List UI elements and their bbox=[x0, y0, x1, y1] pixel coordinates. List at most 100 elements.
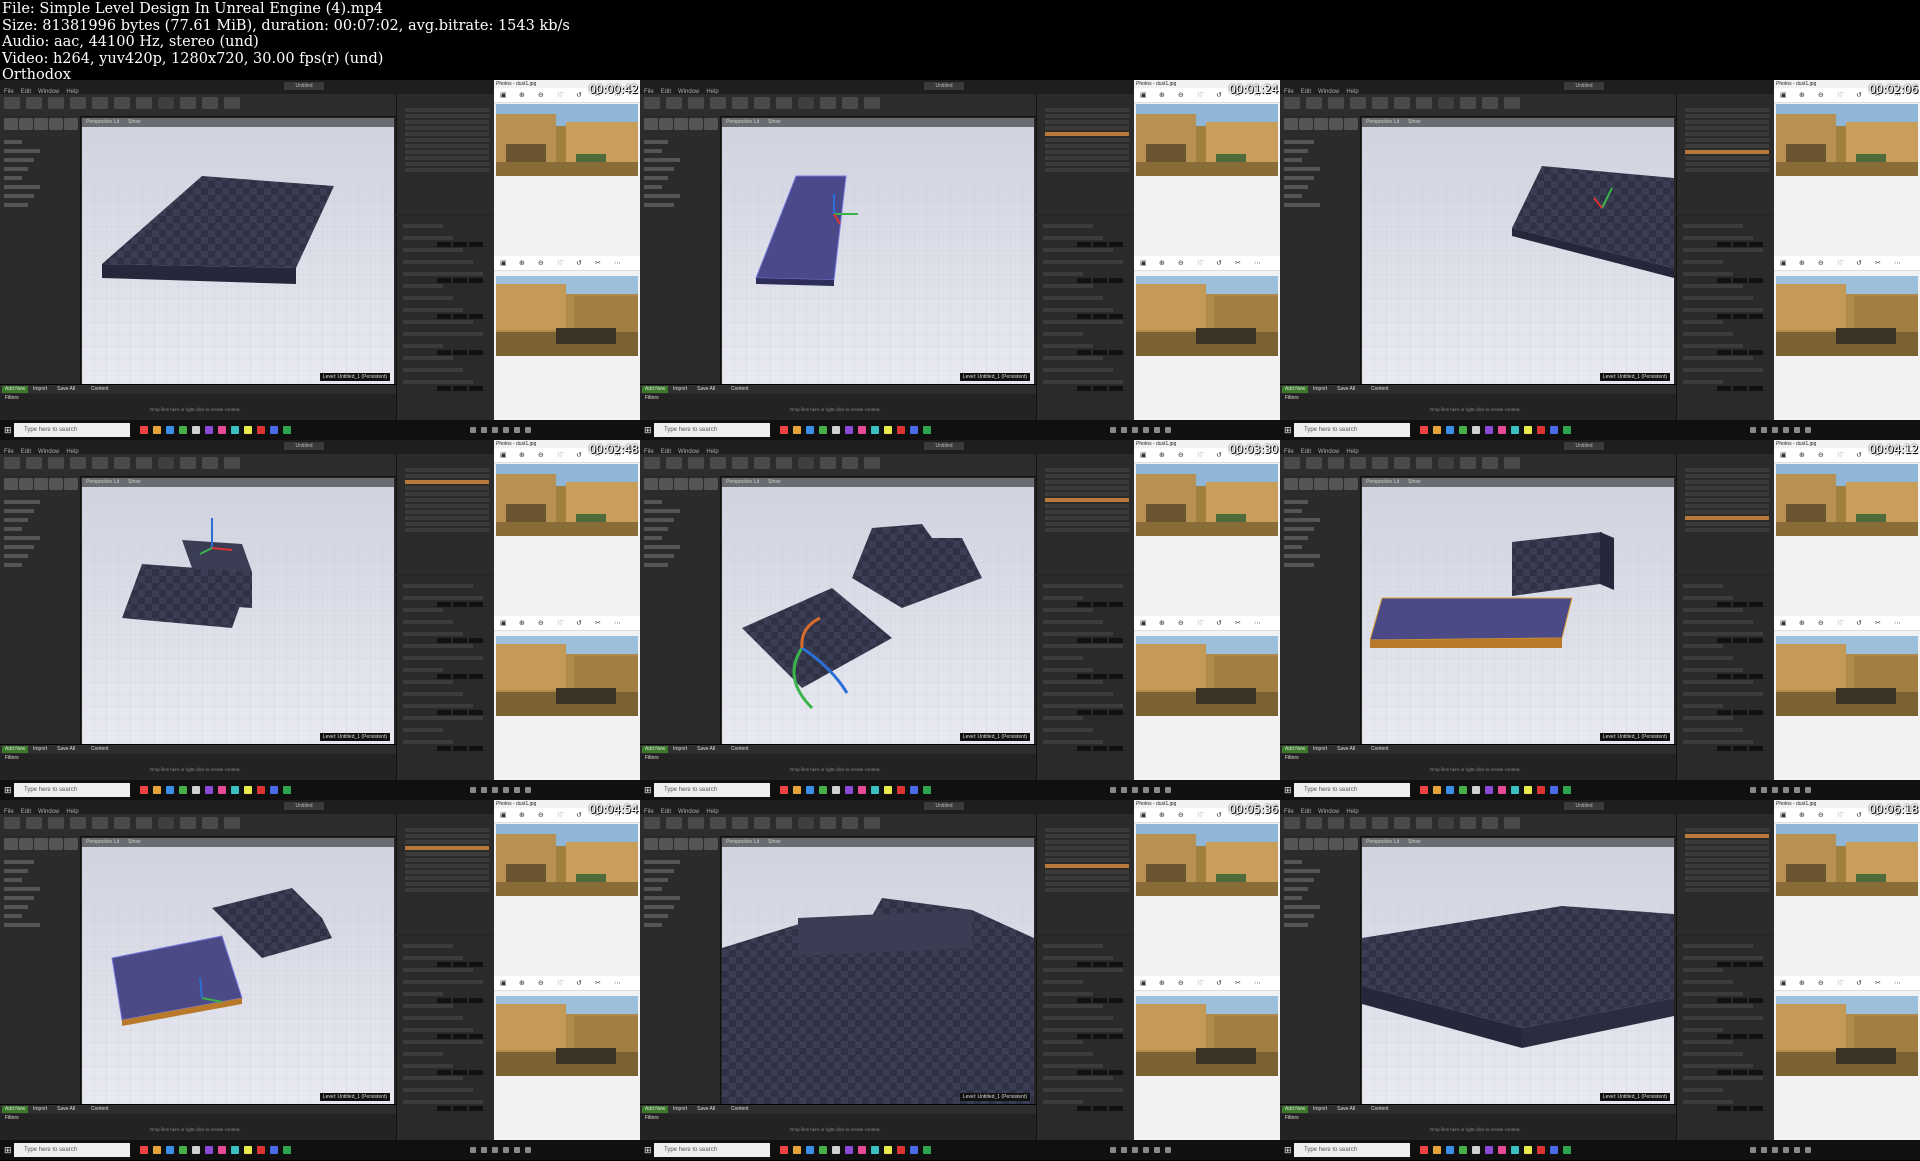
details-number-field[interactable] bbox=[1093, 962, 1107, 967]
taskbar-app-icon[interactable] bbox=[257, 1146, 265, 1154]
save-all-button[interactable]: Save All bbox=[54, 746, 78, 753]
more-icon[interactable]: ⋯ bbox=[1894, 259, 1901, 267]
taskbar-app-icon[interactable] bbox=[858, 1146, 866, 1154]
rotate-icon[interactable]: ↺ bbox=[1856, 619, 1862, 627]
level-viewport[interactable]: Perspective Lit Show Level: Untitled_1 (Per… bbox=[1362, 478, 1674, 744]
import-button[interactable]: Import bbox=[1310, 746, 1330, 753]
details-number-field[interactable] bbox=[1717, 638, 1731, 643]
mode-list-item[interactable] bbox=[644, 860, 680, 864]
viewport-lit-button[interactable]: Lit bbox=[1394, 479, 1399, 485]
details-number-field[interactable] bbox=[1109, 962, 1123, 967]
level-tab[interactable]: Untitled bbox=[284, 802, 324, 810]
zoom-in-icon[interactable]: ⊕ bbox=[1159, 619, 1165, 627]
taskbar-app-icon[interactable] bbox=[257, 426, 265, 434]
details-number-field[interactable] bbox=[1109, 674, 1123, 679]
viewport-show-button[interactable]: Show bbox=[768, 479, 781, 485]
taskbar-app-icon[interactable] bbox=[283, 426, 291, 434]
outliner-row[interactable] bbox=[1045, 864, 1129, 868]
level-tab[interactable]: Untitled bbox=[1564, 442, 1604, 450]
mode-tab-icon[interactable] bbox=[644, 118, 658, 130]
viewport-scene[interactable] bbox=[722, 838, 1034, 1104]
photo-icon[interactable]: ▣ bbox=[1780, 91, 1787, 99]
taskbar-app-icon[interactable] bbox=[1511, 786, 1519, 794]
details-number-field[interactable] bbox=[1733, 674, 1747, 679]
mode-tab-icon[interactable] bbox=[689, 118, 703, 130]
details-number-field[interactable] bbox=[1093, 674, 1107, 679]
mode-list-item[interactable] bbox=[4, 518, 28, 522]
viewport-scene[interactable] bbox=[1362, 478, 1674, 744]
mode-tab-icon[interactable] bbox=[49, 838, 63, 850]
details-number-field[interactable] bbox=[1077, 242, 1091, 247]
mode-list-item[interactable] bbox=[1284, 554, 1320, 558]
taskbar-app-icon[interactable] bbox=[910, 426, 918, 434]
taskbar-app-icon[interactable] bbox=[1537, 786, 1545, 794]
taskbar-app-icon[interactable] bbox=[1563, 426, 1571, 434]
mode-list-item[interactable] bbox=[4, 923, 40, 927]
rotate-icon[interactable]: ↺ bbox=[1216, 619, 1222, 627]
system-tray-icon[interactable] bbox=[1783, 1147, 1789, 1153]
details-number-field[interactable] bbox=[1733, 1070, 1747, 1075]
details-number-field[interactable] bbox=[1093, 746, 1107, 751]
taskbar-app-icon[interactable] bbox=[910, 1146, 918, 1154]
save-all-button[interactable]: Save All bbox=[54, 1106, 78, 1113]
details-number-field[interactable] bbox=[453, 314, 467, 319]
outliner-row[interactable] bbox=[1045, 510, 1129, 514]
taskbar-search-input[interactable]: Type here to search bbox=[1294, 1143, 1410, 1157]
crop-icon[interactable]: ✂ bbox=[1235, 259, 1241, 267]
outliner-row[interactable] bbox=[1685, 480, 1769, 484]
details-number-field[interactable] bbox=[1077, 386, 1091, 391]
more-icon[interactable]: ⋯ bbox=[1894, 619, 1901, 627]
details-number-field[interactable] bbox=[1109, 278, 1123, 283]
mode-list-item[interactable] bbox=[644, 905, 674, 909]
taskbar-app-icon[interactable] bbox=[780, 1146, 788, 1154]
details-number-field[interactable] bbox=[437, 962, 451, 967]
toolbar-button[interactable] bbox=[776, 457, 792, 469]
toolbar-button[interactable] bbox=[48, 817, 64, 829]
outliner-row[interactable] bbox=[1045, 120, 1129, 124]
crop-icon[interactable]: ✂ bbox=[1875, 979, 1881, 987]
windows-icon[interactable]: ⊞ bbox=[1284, 1145, 1292, 1156]
zoom-in-icon[interactable]: ⊕ bbox=[519, 259, 525, 267]
outliner-row[interactable] bbox=[1045, 108, 1129, 112]
mode-list-item[interactable] bbox=[4, 536, 40, 540]
details-number-field[interactable] bbox=[453, 602, 467, 607]
system-tray-icon[interactable] bbox=[1121, 427, 1127, 433]
taskbar-app-icon[interactable] bbox=[832, 1146, 840, 1154]
mode-tab-icon[interactable] bbox=[659, 478, 673, 490]
details-number-field[interactable] bbox=[1717, 602, 1731, 607]
mode-list-item[interactable] bbox=[1284, 167, 1320, 171]
mode-tab-icon[interactable] bbox=[659, 838, 673, 850]
taskbar-app-icon[interactable] bbox=[1472, 786, 1480, 794]
system-tray-icon[interactable] bbox=[503, 1147, 509, 1153]
viewport-lit-button[interactable]: Lit bbox=[754, 479, 759, 485]
outliner-row[interactable] bbox=[1045, 474, 1129, 478]
toolbar-button[interactable] bbox=[864, 457, 880, 469]
zoom-out-icon[interactable]: ⊖ bbox=[1178, 979, 1184, 987]
taskbar-app-icon[interactable] bbox=[832, 426, 840, 434]
taskbar-app-icon[interactable] bbox=[1433, 426, 1441, 434]
system-tray-icon[interactable] bbox=[1761, 1147, 1767, 1153]
viewport-perspective-button[interactable]: Perspective bbox=[86, 479, 112, 485]
taskbar-app-icon[interactable] bbox=[179, 1146, 187, 1154]
zoom-in-icon[interactable]: ⊕ bbox=[519, 91, 525, 99]
mode-list-item[interactable] bbox=[644, 545, 680, 549]
level-tab[interactable]: Untitled bbox=[284, 442, 324, 450]
mode-list-item[interactable] bbox=[644, 554, 674, 558]
heart-icon[interactable]: ♡ bbox=[1197, 619, 1203, 627]
windows-icon[interactable]: ⊞ bbox=[1284, 425, 1292, 436]
level-tab[interactable]: Untitled bbox=[1564, 802, 1604, 810]
system-tray-icon[interactable] bbox=[1772, 1147, 1778, 1153]
outliner-row[interactable] bbox=[1045, 882, 1129, 886]
details-number-field[interactable] bbox=[1733, 242, 1747, 247]
details-number-field[interactable] bbox=[1749, 1034, 1763, 1039]
mode-tab-icon[interactable] bbox=[1284, 838, 1298, 850]
viewport-show-button[interactable]: Show bbox=[768, 119, 781, 125]
taskbar-app-icon[interactable] bbox=[871, 786, 879, 794]
rotate-icon[interactable]: ↺ bbox=[1216, 811, 1222, 819]
mode-tab-icon[interactable] bbox=[1329, 478, 1343, 490]
taskbar-app-icon[interactable] bbox=[1472, 426, 1480, 434]
taskbar-app-icon[interactable] bbox=[1420, 426, 1428, 434]
outliner-row[interactable] bbox=[405, 474, 489, 478]
toolbar-button[interactable] bbox=[70, 97, 86, 109]
details-number-field[interactable] bbox=[453, 1034, 467, 1039]
